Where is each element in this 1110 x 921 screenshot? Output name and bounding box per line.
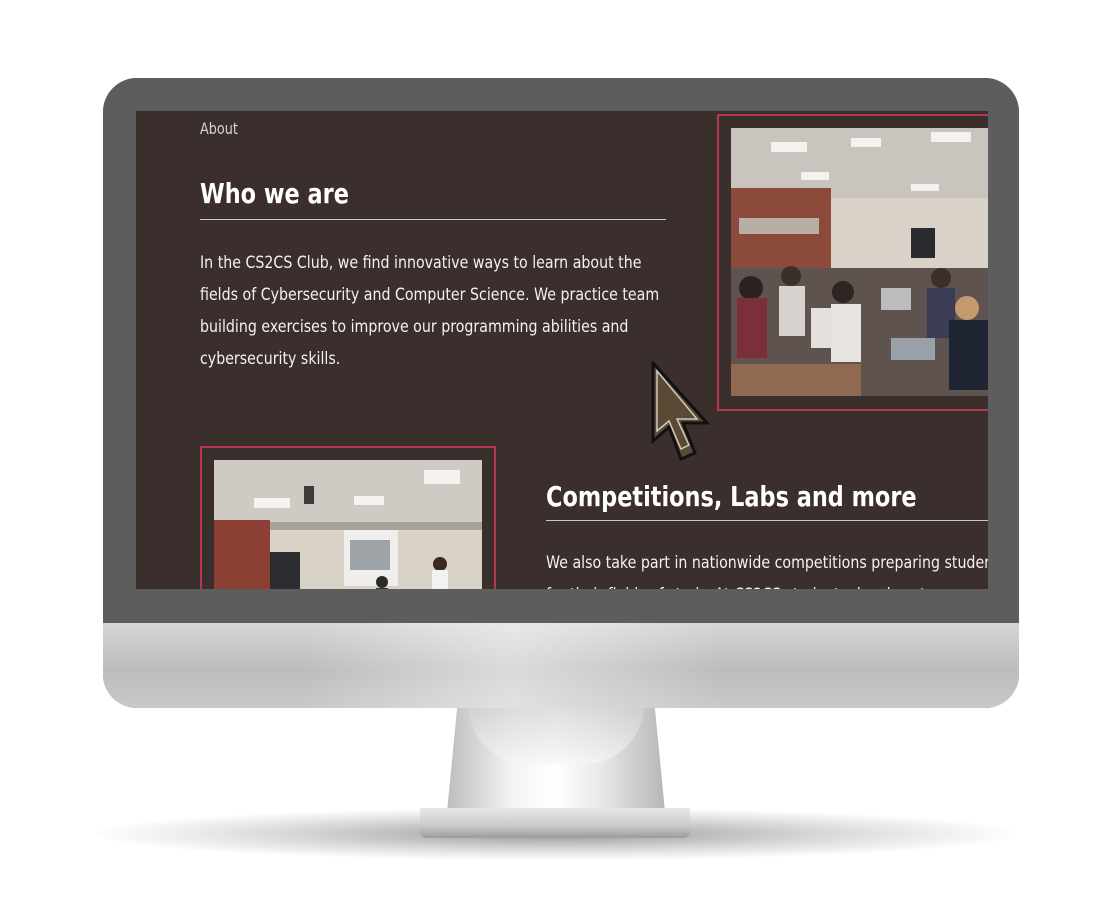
- who-we-are-paragraph: In the CS2CS Club, we find innovative wa…: [200, 253, 660, 368]
- mouse-pointer-icon: [651, 361, 711, 461]
- monitor-base: [420, 808, 690, 838]
- monitor: About Who we are In the CS2CS Club, we f…: [103, 78, 1019, 708]
- classroom-photo-illustration: [731, 128, 988, 396]
- competitions-heading: Competitions, Labs and more: [546, 480, 917, 513]
- competitions-paragraph-line-2: for their fields of study. At CS2CS stud…: [546, 579, 988, 589]
- competitions-paragraph-line-1: We also take part in nationwide competit…: [546, 553, 988, 572]
- club-classroom-photo: [731, 128, 988, 396]
- competitions-paragraph: We also take part in nationwide competit…: [546, 547, 988, 589]
- monitor-chin-highlight: [303, 623, 723, 708]
- who-we-are-heading: Who we are: [200, 177, 349, 210]
- website-screen[interactable]: About Who we are In the CS2CS Club, we f…: [136, 111, 988, 589]
- nav-link-about[interactable]: About: [200, 119, 238, 138]
- club-lecture-photo: [214, 460, 482, 589]
- lecture-photo-illustration: [214, 460, 482, 589]
- who-we-are-divider: [200, 219, 666, 220]
- competitions-divider: [546, 520, 988, 521]
